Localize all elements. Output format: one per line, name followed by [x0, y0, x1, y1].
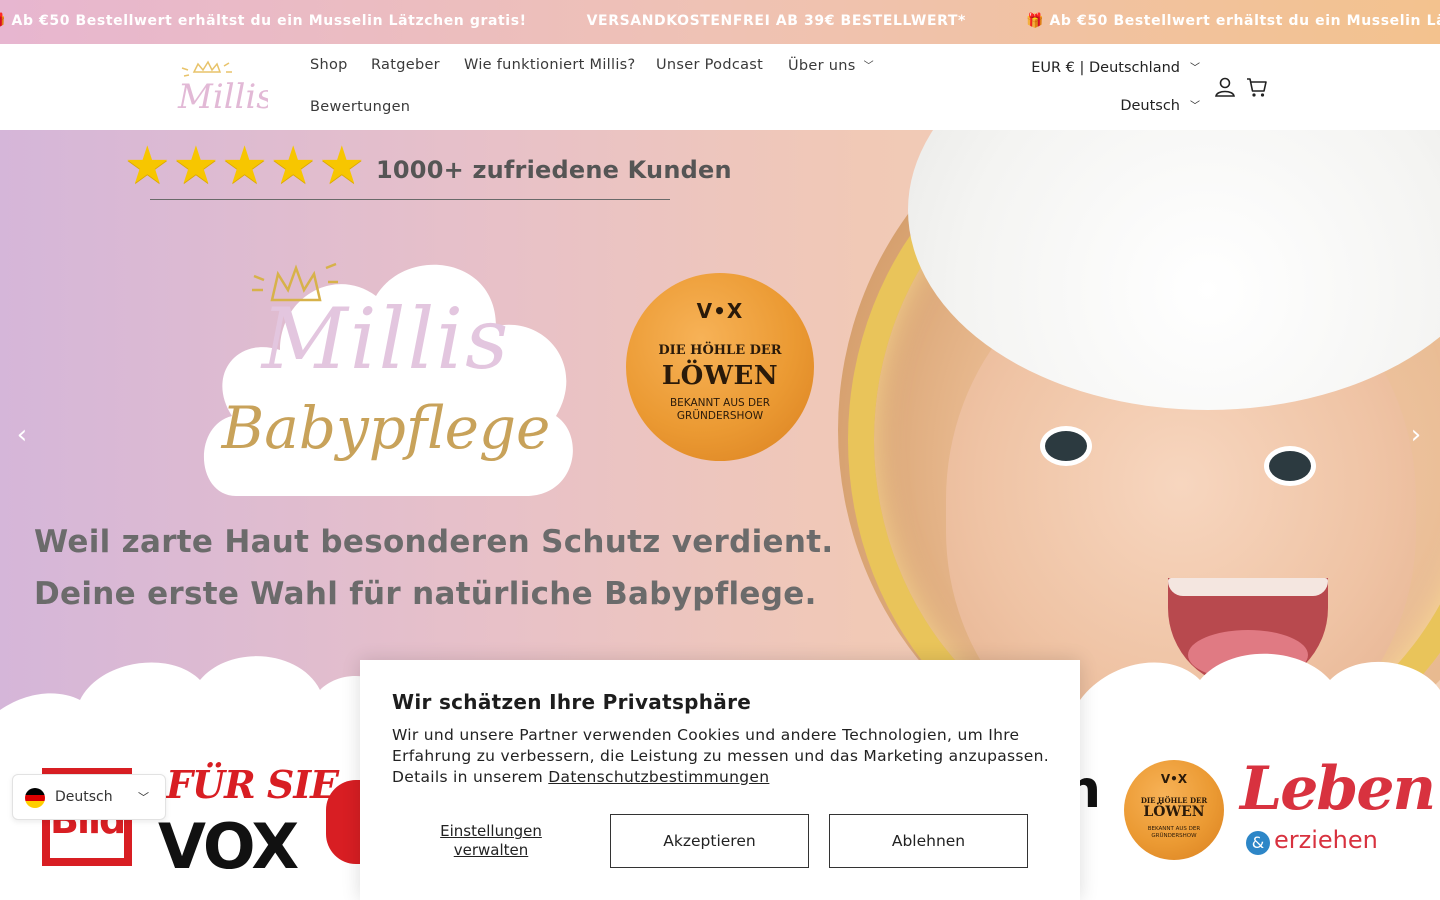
cookie-body: Wir und unsere Partner verwenden Cookies…	[392, 725, 1052, 788]
leben-erziehen-logo: Leben	[1240, 754, 1436, 824]
announcement-item: 🎁 Ab €50 Bestellwert erhältst du ein Mus…	[0, 13, 527, 29]
baby-eye	[1040, 426, 1092, 466]
star-icon: ★	[221, 136, 268, 196]
accept-button[interactable]: Akzeptieren	[610, 814, 809, 868]
nav-how-it-works[interactable]: Wie funktioniert Millis?	[464, 57, 636, 73]
badge-line2: LÖWEN	[661, 361, 779, 391]
language-dropdown[interactable]: Deutsch ﹀	[1120, 97, 1200, 114]
svg-text:Millis: Millis	[177, 77, 268, 116]
cookie-consent-dialog: Wir schätzen Ihre Privatsphäre Wir und u…	[360, 660, 1080, 900]
hero-tagline-1: Weil zarte Haut besonderen Schutz verdie…	[34, 524, 834, 560]
nav-about[interactable]: Über uns ﹀	[788, 57, 874, 74]
currency-label: EUR € | Deutschland	[1031, 60, 1180, 76]
badge-channel: V•X	[696, 299, 744, 323]
language-label: Deutsch	[1120, 98, 1180, 114]
currency-selector[interactable]: EUR € | Deutschland ﹀	[1031, 59, 1200, 76]
baby-teeth	[1168, 578, 1328, 596]
hero-banner[interactable]: ★ ★ ★ ★ ★ 1000+ zufriedene Kunden Millis…	[0, 130, 1440, 730]
announcement-bar: 🎁 Ab €50 Bestellwert erhältst du ein Mus…	[0, 0, 1440, 44]
cookie-title: Wir schätzen Ihre Privatsphäre	[392, 690, 752, 714]
millis-logo[interactable]: Millis	[172, 58, 268, 116]
badge-line2: LÖWEN	[1143, 804, 1205, 820]
brand-subtitle: Babypflege	[221, 394, 551, 462]
chevron-down-icon: ﹀	[1190, 101, 1200, 112]
baby-photo	[838, 130, 1440, 730]
hero-tagline-2: Deine erste Wahl für natürliche Babypfle…	[34, 576, 817, 612]
account-icon[interactable]	[1214, 76, 1236, 98]
rating-text: 1000+ zufriedene Kunden	[376, 156, 732, 184]
slider-next-button[interactable]: ›	[1404, 420, 1428, 450]
dhdl-badge: V•X DIE HÖHLE DER LÖWEN BEKANNT AUS DER …	[626, 273, 814, 461]
cart-icon[interactable]	[1246, 76, 1268, 98]
divider	[150, 199, 670, 200]
star-icon: ★	[172, 136, 220, 196]
leben-erziehen-subtitle: & erziehen	[1246, 826, 1378, 855]
badge-line3: BEKANNT AUS DER GRÜNDERSHOW	[669, 397, 771, 422]
decline-button[interactable]: Ablehnen	[829, 814, 1028, 868]
rating-stars: ★ ★ ★ ★ ★	[124, 136, 366, 196]
erziehen-text: erziehen	[1274, 826, 1378, 854]
fuersie-logo: FÜR SIE	[166, 762, 339, 807]
brand-cloud: Millis Babypflege	[196, 226, 576, 502]
germany-flag-icon	[25, 788, 45, 808]
nav-podcast[interactable]: Unser Podcast	[656, 57, 763, 73]
vox-logo: VOX	[158, 810, 299, 883]
baby-eye	[1264, 446, 1316, 486]
badge-line3: BEKANNT AUS DER GRÜNDERSHOW	[1147, 826, 1201, 839]
privacy-policy-link[interactable]: Datenschutzbestimmungen	[548, 768, 769, 786]
main-nav: Shop Ratgeber Wie funktioniert Millis? U…	[310, 44, 930, 130]
chevron-down-icon: ﹀	[138, 791, 149, 804]
badge-channel: V•X	[1160, 772, 1188, 786]
badge-line1: DIE HÖHLE DER	[658, 343, 782, 358]
chevron-down-icon: ﹀	[1190, 63, 1200, 74]
ampersand-badge: &	[1246, 831, 1270, 855]
star-icon: ★	[318, 136, 366, 196]
site-header: Millis Shop Ratgeber Wie funktioniert Mi…	[0, 44, 1440, 130]
star-icon: ★	[124, 136, 171, 196]
star-icon: ★	[269, 136, 317, 196]
nav-ratgeber[interactable]: Ratgeber	[371, 57, 440, 73]
announcement-item: VERSANDKOSTENFREI AB 39€ BESTELLWERT*	[586, 13, 966, 29]
brand-title: Millis	[261, 290, 511, 388]
dhdl-badge-small: V•X DIE HÖHLE DER LÖWEN BEKANNT AUS DER …	[1124, 760, 1224, 860]
announcement-item: 🎁 Ab €50 Bestellwert erhältst du ein Mus…	[1025, 13, 1440, 29]
slider-prev-button[interactable]: ‹	[10, 420, 34, 450]
language-selector[interactable]: Deutsch ﹀	[12, 774, 166, 820]
chevron-down-icon: ﹀	[863, 61, 874, 72]
language-selector-label: Deutsch	[55, 789, 113, 805]
nav-about-label: Über uns	[788, 58, 856, 74]
nav-reviews[interactable]: Bewertungen	[310, 99, 410, 115]
manage-settings-link[interactable]: Einstellungen verwalten	[420, 822, 562, 860]
nav-shop[interactable]: Shop	[310, 57, 348, 73]
